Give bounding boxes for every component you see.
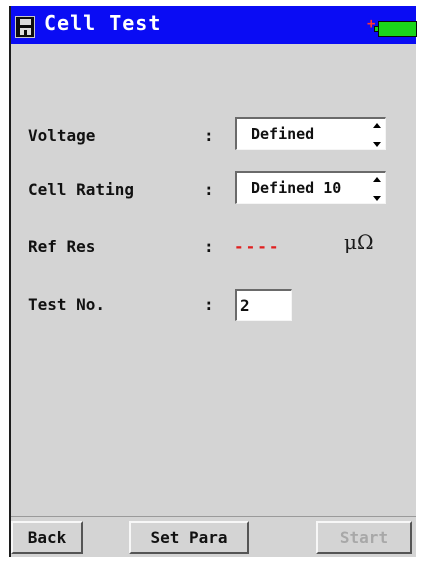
floppy-disk-icon[interactable] xyxy=(15,16,35,38)
page-title: Cell Test xyxy=(44,11,162,35)
device-screen: Cell Test + Voltage : Defined Cell Ratin… xyxy=(9,6,417,557)
title-bar: Cell Test + xyxy=(11,6,417,44)
ref-res-value: ---- xyxy=(234,237,281,256)
cell-rating-separator: : xyxy=(204,180,214,199)
ref-res-label: Ref Res xyxy=(28,237,96,256)
voltage-spinbox[interactable]: Defined xyxy=(235,117,386,150)
arrow-down-icon[interactable] xyxy=(373,196,381,201)
arrow-down-icon[interactable] xyxy=(373,142,381,147)
cell-rating-spinner-arrows[interactable] xyxy=(372,176,382,202)
set-para-button[interactable]: Set Para xyxy=(129,521,249,554)
floppy-shutter xyxy=(20,19,31,25)
test-no-value: 2 xyxy=(240,296,250,315)
voltage-value: Defined xyxy=(251,125,315,143)
floppy-label xyxy=(20,28,31,35)
start-button[interactable]: Start xyxy=(316,521,412,554)
ref-res-separator: : xyxy=(204,237,214,256)
cell-rating-value: Defined 10 xyxy=(251,179,342,197)
cell-rating-spinbox[interactable]: Defined 10 xyxy=(235,171,386,204)
cell-rating-label: Cell Rating xyxy=(28,180,134,199)
voltage-label: Voltage xyxy=(28,126,96,145)
footer-divider xyxy=(11,516,416,517)
micro-ohm-unit: μΩ xyxy=(344,230,374,254)
arrow-up-icon[interactable] xyxy=(373,123,381,128)
back-button[interactable]: Back xyxy=(11,521,83,554)
arrow-up-icon[interactable] xyxy=(373,177,381,182)
test-no-label: Test No. xyxy=(28,295,106,314)
test-no-input[interactable]: 2 xyxy=(235,289,292,321)
voltage-spinner-arrows[interactable] xyxy=(372,122,382,148)
test-no-separator: : xyxy=(204,295,214,314)
battery-icon xyxy=(374,21,417,37)
voltage-separator: : xyxy=(204,126,214,145)
